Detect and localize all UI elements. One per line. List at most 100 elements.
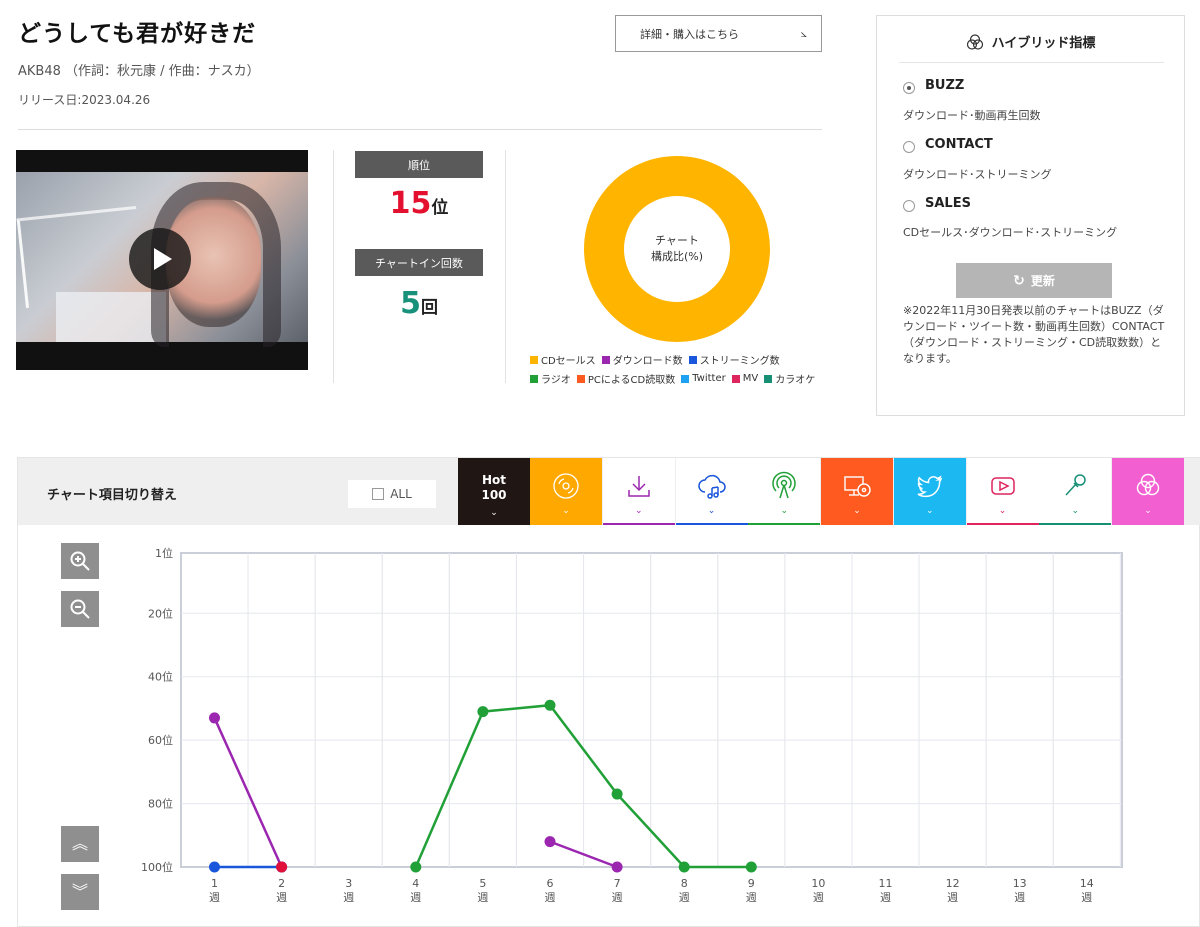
x-tick-unit-label: 週: [1081, 891, 1092, 904]
data-point: [276, 861, 288, 873]
x-tick-label: 4: [412, 877, 419, 890]
y-tick-label: 80位: [148, 797, 173, 811]
legend-swatch: [731, 374, 740, 383]
x-tick-label: 14: [1080, 877, 1094, 890]
chart-section: チャート項目切り替え ALL Hot 100 ⌄ ⌄ ⌄ ⌄ ⌄ ⌄ ⌄ ⌄ ⌄ ⌄ 1位 20位…: [17, 457, 1200, 927]
x-tick-unit-label: 週: [612, 891, 623, 904]
donut-center-label: チャート 構成比(%): [624, 196, 730, 302]
x-tick-label: 1: [211, 877, 218, 890]
x-tick-unit-label: 週: [545, 891, 556, 904]
x-tick-label: 7: [614, 877, 621, 890]
legend-item: PCによるCD読取数: [576, 371, 675, 386]
legend-swatch: [764, 374, 773, 383]
sales-label[interactable]: SALES: [925, 196, 971, 211]
legend-label: ダウンロード数: [612, 356, 683, 367]
data-point: [209, 861, 220, 873]
x-tick-unit-label: 週: [947, 891, 958, 904]
legend-label: CDセールス: [541, 356, 596, 367]
legend-label: カラオケ: [775, 375, 816, 386]
buzz-radio[interactable]: [903, 82, 915, 94]
video-thumbnail[interactable]: [16, 150, 308, 370]
refresh-icon: ↻: [1013, 272, 1025, 289]
legend-swatch: [688, 355, 697, 364]
x-tick-unit-label: 週: [746, 891, 757, 904]
x-tick-unit-label: 週: [343, 891, 354, 904]
donut-center-line2: 構成比(%): [650, 250, 704, 263]
arrow-icon: ⦣: [800, 27, 807, 40]
legend-item: CDセールス: [530, 352, 596, 367]
legend-swatch: [530, 374, 538, 383]
release-date: リリース日:2023.04.26: [18, 93, 151, 107]
zoom-out-icon: [70, 599, 90, 619]
donut-center-line1: チャート: [655, 234, 699, 247]
legend-item: MV: [731, 371, 759, 386]
song-artist-credit: AKB48 （作詞：秋元康 / 作曲：ナスカ）: [18, 64, 260, 79]
plot-area: [180, 552, 1123, 868]
legend-label: MV: [742, 373, 759, 384]
contact-radio[interactable]: [903, 141, 915, 153]
x-tick-unit-label: 週: [477, 891, 488, 904]
vertical-divider: [505, 150, 506, 383]
y-tick-label: 60位: [148, 733, 173, 747]
hybrid-title-text: ハイブリッド指標: [991, 36, 1096, 51]
hybrid-divider: [899, 62, 1164, 63]
hybrid-title: ハイブリッド指標: [877, 32, 1184, 54]
legend-label: Twitter: [692, 373, 726, 384]
legend-item: カラオケ: [764, 371, 815, 386]
scroll-up-button[interactable]: ︽: [61, 826, 99, 862]
double-chevron-down-icon: ︾: [71, 882, 88, 901]
detail-purchase-button[interactable]: 詳細・購入はこちら ⦣: [615, 15, 822, 52]
hybrid-circles-icon: [966, 33, 984, 54]
refresh-button[interactable]: ↻ 更新: [956, 263, 1112, 298]
rank-display: 15位: [355, 186, 483, 221]
legend-item: Twitter: [681, 371, 726, 386]
legend-item: ラジオ: [530, 371, 571, 386]
sales-radio[interactable]: [903, 200, 915, 212]
x-tick-unit-label: 週: [209, 891, 220, 904]
x-tick-unit-label: 週: [679, 891, 690, 904]
y-tick-label: 1位: [155, 546, 173, 560]
donut-legend-row: CDセールス ダウンロード数 ストリーミング数: [530, 352, 780, 367]
contact-description: ダウンロード･ストリーミング: [903, 168, 1052, 181]
legend-swatch: [681, 374, 690, 383]
zoom-in-button[interactable]: [61, 543, 99, 579]
vertical-divider: [333, 150, 334, 383]
x-tick-label: 8: [681, 877, 688, 890]
rank-line-chart: 1位20位40位60位80位100位1週2週3週4週5週6週7週8週9週10週1…: [141, 546, 1123, 904]
data-point: [611, 788, 623, 800]
song-title: どうしても君が好きだ: [18, 21, 257, 47]
scroll-down-button[interactable]: ︾: [61, 874, 99, 910]
hybrid-note: ※2022年11月30日発表以前のチャートはBUZZ（ダウンロード・ツイート数・…: [903, 304, 1165, 365]
data-point: [745, 861, 757, 873]
x-tick-label: 13: [1013, 877, 1027, 890]
legend-swatch: [576, 374, 585, 383]
y-tick-label: 20位: [148, 606, 173, 620]
x-tick-label: 5: [479, 877, 486, 890]
x-tick-label: 12: [946, 877, 960, 890]
legend-swatch: [530, 355, 538, 364]
x-tick-label: 3: [345, 877, 352, 890]
data-point: [209, 712, 220, 724]
donut-legend-row: ラジオ PCによるCD読取数 Twitter MV カラオケ: [530, 371, 815, 386]
play-icon: [153, 248, 172, 270]
double-chevron-up-icon: ︽: [71, 834, 88, 853]
rank-value: 15: [389, 186, 432, 221]
rank-label: 順位: [355, 151, 483, 178]
chartin-unit: 回: [420, 298, 438, 318]
buzz-label[interactable]: BUZZ: [925, 78, 964, 93]
chartin-label: チャートイン回数: [355, 249, 483, 276]
data-point: [410, 861, 422, 873]
contact-label[interactable]: CONTACT: [925, 137, 993, 152]
data-point: [611, 861, 623, 873]
zoom-out-button[interactable]: [61, 591, 99, 627]
x-tick-label: 6: [547, 877, 554, 890]
x-tick-label: 11: [879, 877, 893, 890]
chartin-display: 5回: [355, 286, 483, 321]
data-point: [678, 861, 690, 873]
zoom-in-icon: [70, 551, 90, 571]
x-tick-label: 10: [811, 877, 825, 890]
legend-item: ダウンロード数: [601, 352, 683, 367]
x-tick-unit-label: 週: [276, 891, 287, 904]
sales-description: CDセールス･ダウンロード･ストリーミング: [903, 226, 1118, 239]
play-button[interactable]: [129, 228, 191, 290]
